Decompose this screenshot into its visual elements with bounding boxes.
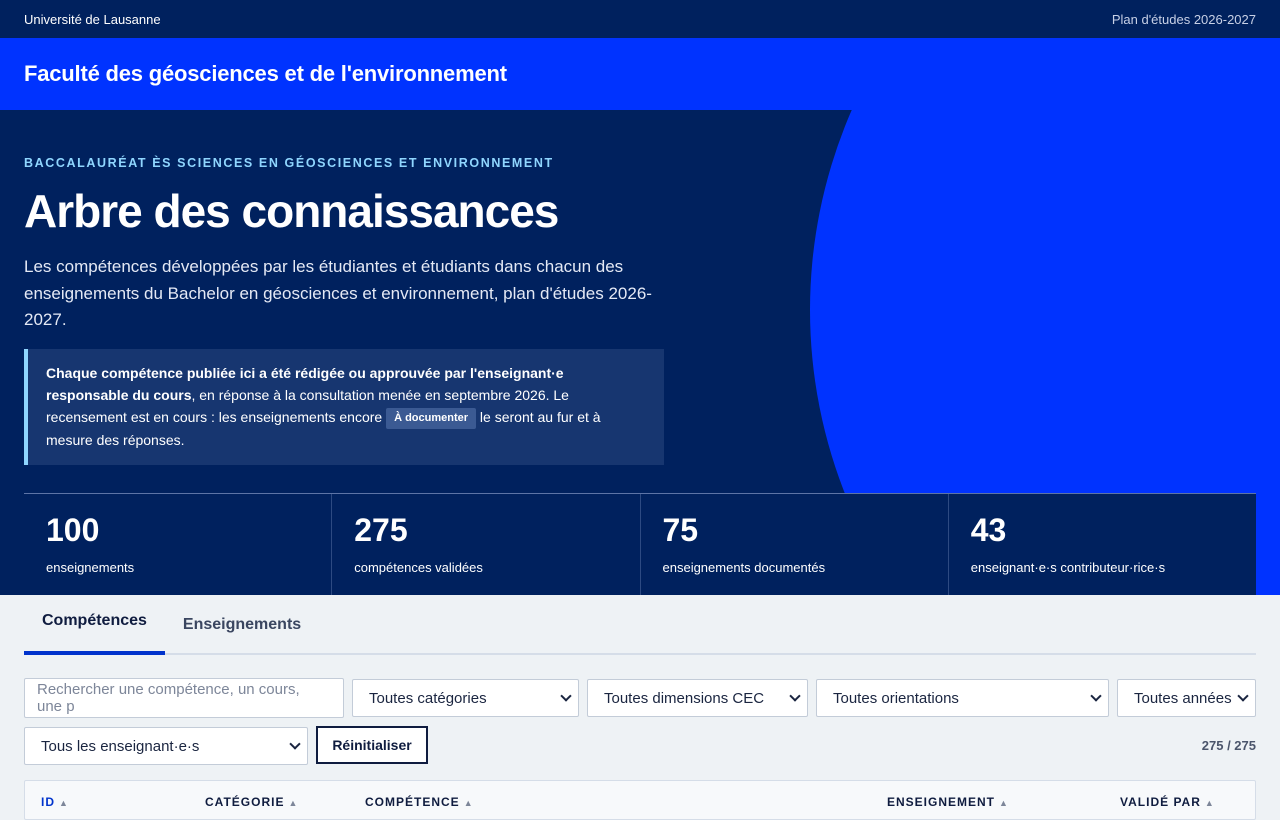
search-input[interactable]: Rechercher une compétence, un cours, une… [24, 678, 344, 718]
column-header-label: COMPÉTENCE [365, 795, 460, 809]
chevron-down-icon [789, 690, 801, 702]
cec-select[interactable]: Toutes dimensions CEC [587, 679, 808, 717]
plan-label: Plan d'études 2026-2027 [1111, 11, 1256, 27]
stat-courses: 100 enseignements [24, 494, 333, 595]
teacher-select[interactable]: Tous les enseignant·e·s [24, 727, 308, 765]
orientation-select-value: Toutes orientations [833, 689, 959, 707]
hero-lead: Les compétences développées par les étud… [24, 257, 652, 329]
program-kicker: BACCALAURÉAT ÈS SCIENCES EN GÉOSCIENCES … [24, 156, 554, 170]
year-select-value: Toutes années [1134, 689, 1232, 707]
teacher-select-value: Tous les enseignant·e·s [41, 737, 200, 755]
stat-label: enseignements documentés [662, 560, 826, 575]
stat-value: 75 [662, 512, 699, 548]
stat-documented: 75 enseignements documentés [641, 494, 949, 595]
result-count: 275 / 275 [1201, 738, 1256, 753]
faculty-header: Faculté des géosciences et de l'environn… [0, 38, 1280, 110]
chevron-down-icon [1090, 690, 1102, 702]
chevron-down-icon [560, 690, 572, 702]
column-header-label: VALIDÉ PAR [1120, 795, 1201, 809]
view-tabs: Compétences Enseignements [24, 595, 1256, 655]
faculty-title[interactable]: Faculté des géosciences et de l'environn… [24, 61, 507, 87]
stat-label: enseignements [46, 560, 135, 575]
column-header-course[interactable]: ENSEIGNEMENT ▲ [887, 795, 1009, 809]
stat-label: enseignant·e·s contributeur·rice·s [970, 560, 1166, 575]
stat-value: 100 [46, 512, 100, 548]
hero-section: BACCALAURÉAT ÈS SCIENCES EN GÉOSCIENCES … [0, 110, 1280, 595]
page-title: Arbre des connaissances [24, 185, 559, 237]
tab-competences[interactable]: Compétences [24, 595, 165, 655]
stat-value: 275 [354, 512, 408, 548]
info-notice: Chaque compétence publiée ici a été rédi… [24, 349, 664, 465]
category-select-value: Toutes catégories [369, 689, 487, 707]
table-header: ID ▲ CATÉGORIE ▲ COMPÉTENCE ▲ ENSEIGNEMENT ▲… [24, 780, 1256, 820]
column-header-label: ENSEIGNEMENT [887, 795, 996, 809]
chevron-down-icon [1237, 690, 1249, 702]
university-name[interactable]: Université de Lausanne [24, 12, 161, 27]
column-header-competence[interactable]: COMPÉTENCE ▲ [365, 795, 474, 809]
chevron-down-icon [289, 738, 301, 750]
cec-select-value: Toutes dimensions CEC [604, 689, 765, 707]
column-header-validated-by[interactable]: VALIDÉ PAR ▲ [1120, 795, 1215, 809]
category-select[interactable]: Toutes catégories [352, 679, 579, 717]
stat-value: 43 [970, 512, 1007, 548]
to-document-badge: À documenter [386, 408, 477, 429]
orientation-select[interactable]: Toutes orientations [816, 679, 1109, 717]
stat-contributors: 43 enseignant·e·s contributeur·rice·s [949, 494, 1256, 595]
column-header-label: CATÉGORIE [205, 795, 285, 809]
stats-row: 100 enseignements 275 compétences validé… [24, 493, 1256, 595]
top-bar: Université de Lausanne Plan d'études 202… [0, 0, 1280, 38]
reset-button[interactable]: Réinitialiser [316, 726, 428, 764]
stat-competences: 275 compétences validées [332, 494, 641, 595]
year-select[interactable]: Toutes années [1117, 679, 1256, 717]
column-header-category[interactable]: CATÉGORIE ▲ [205, 795, 298, 809]
column-header-label: ID [41, 795, 55, 809]
stat-label: compétences validées [354, 560, 483, 575]
column-header-id[interactable]: ID ▲ [41, 795, 69, 809]
tab-enseignements[interactable]: Enseignements [165, 595, 319, 655]
